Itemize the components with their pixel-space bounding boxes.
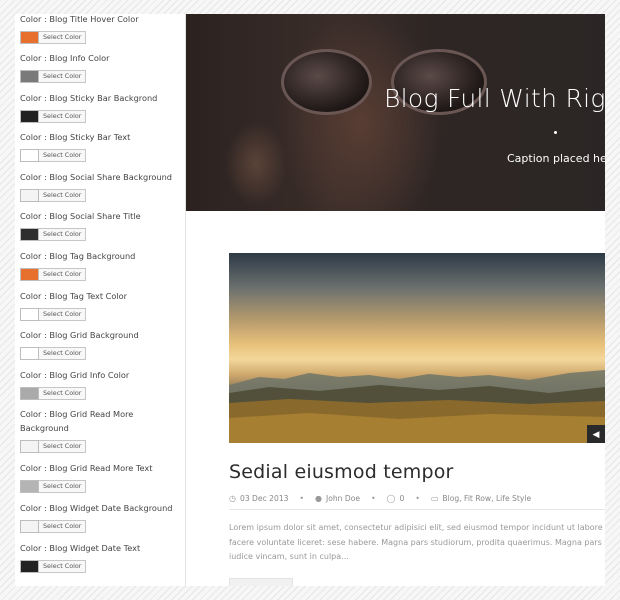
meta-separator: • [299,494,304,503]
color-swatch[interactable] [20,307,39,321]
select-color-button[interactable]: Select Color [39,559,87,573]
meta-separator: • [415,494,420,503]
color-picker[interactable]: Select Color [20,148,180,162]
color-swatch[interactable] [20,227,39,241]
select-color-button[interactable]: Select Color [39,148,87,162]
color-swatch[interactable] [20,148,39,162]
select-color-button[interactable]: Select Color [39,109,87,123]
option-blog-grid-read-more-background: Color : Blog Grid Read More Background S… [20,407,180,453]
hero-image-detail [281,49,372,115]
option-blog-grid-read-more-text: Color : Blog Grid Read More Text Select … [20,461,180,493]
hero-dot [554,131,557,134]
color-picker[interactable]: Select Color [20,519,180,533]
option-label: Color : Blog Widget Date Text [20,543,141,553]
megaphone-icon[interactable]: ◀ [587,425,605,443]
option-blog-sticky-bar-text: Color : Blog Sticky Bar Text Select Colo… [20,130,180,162]
color-swatch[interactable] [20,69,39,83]
select-color-button[interactable]: Select Color [39,479,87,493]
blog-preview: Blog Full With Rig Caption placed here ◀… [186,14,605,586]
select-color-button[interactable]: Select Color [39,69,87,83]
select-color-button[interactable]: Select Color [39,227,87,241]
color-swatch[interactable] [20,267,39,281]
option-label: Color : Blog Widget Date Background [20,503,173,513]
color-picker[interactable]: Select Color [20,479,180,493]
post-date: 03 Dec 2013 [239,494,289,503]
options-panel: Color : Blog Title Hover Color Select Co… [15,14,186,586]
meta-divider [229,509,605,510]
post-excerpt: Lorem ipsum dolor sit amet, consectetur … [229,523,605,561]
select-color-button[interactable]: Select Color [39,519,87,533]
option-blog-social-share-background: Color : Blog Social Share Background Sel… [20,170,180,202]
user-icon: ● [314,494,322,503]
option-blog-widget-date-text: Color : Blog Widget Date Text Select Col… [20,541,180,573]
option-blog-tag-background: Color : Blog Tag Background Select Color [20,249,180,281]
select-color-button[interactable]: Select Color [39,346,87,360]
comment-icon: ◯ [386,494,396,503]
option-blog-title-hover-color: Color : Blog Title Hover Color Select Co… [20,14,180,44]
color-swatch[interactable] [20,386,39,400]
color-picker[interactable]: Select Color [20,69,180,83]
option-label: Color : Blog Info Color [20,53,110,63]
hero-title: Blog Full With Rig [384,84,605,113]
color-picker[interactable]: Select Color [20,439,180,453]
folder-icon: ▭ [430,494,439,503]
post-author[interactable]: John Doe [326,494,360,503]
option-label: Color : Blog Sticky Bar Backgrond [20,93,158,103]
color-picker[interactable]: Select Color [20,267,180,281]
option-label: Color : Blog Grid Background [20,330,139,340]
option-blog-social-share-title: Color : Blog Social Share Title Select C… [20,209,180,241]
select-color-button[interactable]: Select Color [39,267,87,281]
color-swatch[interactable] [20,30,39,44]
color-picker[interactable]: Select Color [20,346,180,360]
post-title[interactable]: Sedial eiusmod tempor [229,461,454,483]
color-swatch[interactable] [20,519,39,533]
color-picker[interactable]: Select Color [20,109,180,123]
color-picker[interactable]: Select Color [20,559,180,573]
option-label: Color : Blog Grid Info Color [20,370,130,380]
color-swatch[interactable] [20,188,39,202]
color-picker[interactable]: Select Color [20,307,180,321]
option-blog-grid-background: Color : Blog Grid Background Select Colo… [20,328,180,360]
read-more-button[interactable] [229,578,293,586]
meta-separator: • [371,494,376,503]
post-comment-count[interactable]: 0 [400,494,405,503]
color-picker[interactable]: Select Color [20,386,180,400]
option-label: Color : Blog Tag Background [20,251,136,261]
option-label: Color : Blog Title Hover Color [20,14,139,24]
color-picker[interactable]: Select Color [20,227,180,241]
option-label: Color : Blog Tag Text Color [20,291,128,301]
option-label: Color : Blog Social Share Title [20,211,141,221]
select-color-button[interactable]: Select Color [39,439,87,453]
post-meta: ◷ 03 Dec 2013 • ● John Doe • ◯ 0 • ▭ Blo… [229,494,531,503]
option-blog-info-color: Color : Blog Info Color Select Color [20,51,180,83]
option-label: Color : Blog Grid Read More Text [20,463,153,473]
color-swatch[interactable] [20,439,39,453]
select-color-button[interactable]: Select Color [39,188,87,202]
select-color-button[interactable]: Select Color [39,307,87,321]
post-featured-image[interactable]: ◀ [229,253,605,443]
option-blog-tag-text-color: Color : Blog Tag Text Color Select Color [20,289,180,321]
color-picker[interactable]: Select Color [20,188,180,202]
color-swatch[interactable] [20,479,39,493]
post-categories[interactable]: Blog, Fit Row, Life Style [442,494,531,503]
option-label: Color : Blog Social Share Background [20,172,172,182]
clock-icon: ◷ [229,494,236,503]
hero-banner: Blog Full With Rig Caption placed here [186,14,605,211]
option-blog-sticky-bar-background: Color : Blog Sticky Bar Backgrond Select… [20,91,180,123]
color-swatch[interactable] [20,109,39,123]
hero-caption: Caption placed here [507,152,605,165]
option-label: Color : Blog Sticky Bar Text [20,132,131,142]
color-swatch[interactable] [20,559,39,573]
option-blog-grid-info-color: Color : Blog Grid Info Color Select Colo… [20,368,180,400]
select-color-button[interactable]: Select Color [39,30,87,44]
color-swatch[interactable] [20,346,39,360]
option-label: Color : Blog Grid Read More Background [20,409,134,433]
option-blog-widget-date-background: Color : Blog Widget Date Background Sele… [20,501,180,533]
color-picker[interactable]: Select Color [20,30,180,44]
select-color-button[interactable]: Select Color [39,386,87,400]
